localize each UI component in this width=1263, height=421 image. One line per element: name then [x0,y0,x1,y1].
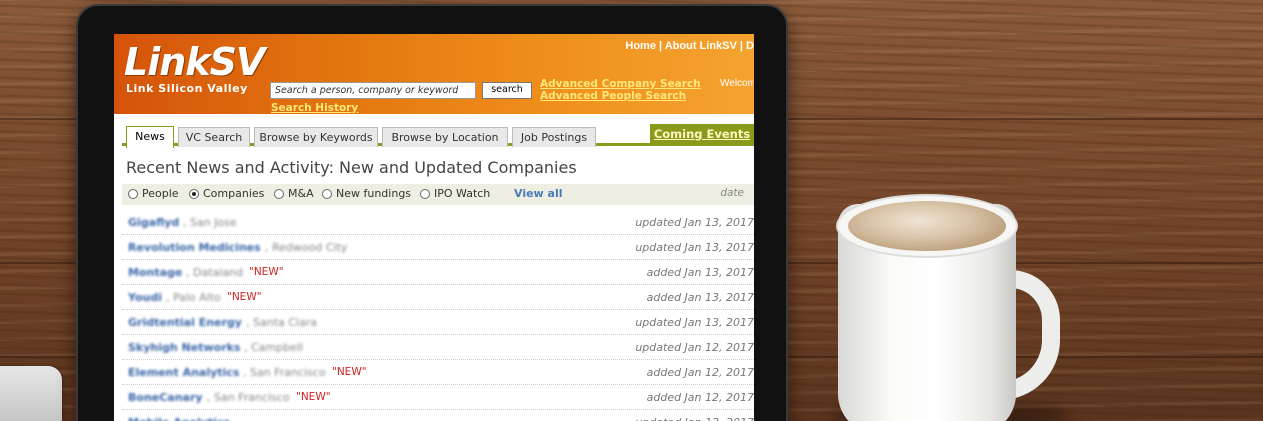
filter-label: New fundings [336,187,412,200]
list-item[interactable]: Gridtential Energy , Santa Clara updated J… [122,310,754,335]
company-link[interactable]: Gigaflyd [128,216,179,229]
site-logo[interactable]: LinkSV Link Silicon Valley [124,40,265,95]
company-city: , Palo Alto [166,291,221,304]
list-item[interactable]: BoneCanary , San Francisco "NEW" added Jan … [122,385,754,410]
tab-vc-search[interactable]: VC Search [178,127,250,147]
radio-icon [322,188,332,199]
advanced-company-search-link[interactable]: Advanced Company Search [540,78,701,90]
list-item[interactable]: Revolution Medicines , Redwood City update… [122,235,754,260]
filter-companies-radio[interactable]: Companies [189,187,264,200]
tab-news[interactable]: News [126,126,174,148]
row-status-date: updated Jan 13, 2017 [635,216,754,229]
company-link[interactable]: Youdi [128,291,162,304]
filter-ipo-watch-radio[interactable]: IPO Watch [420,187,490,200]
company-city: , Campbell [244,341,303,354]
welcome-text: Welcom [720,78,754,89]
filter-bar: People Companies M&A New fundings IPO Wa… [122,184,754,205]
company-city: , San Francisco [243,366,326,379]
activity-list: Gigaflyd, San Jose updated Jan 13, 2017 Re… [122,210,754,421]
radio-icon [128,188,138,199]
filter-label: People [142,187,179,200]
new-badge: "NEW" [296,391,331,403]
company-city: , Dataland [186,266,244,279]
advanced-people-search-link[interactable]: Advanced People Search [540,90,701,102]
list-item[interactable]: Skyhigh Networks , Campbell updated Jan 12… [122,335,754,360]
list-item[interactable]: Gigaflyd , San Jose updated Jan 13, 2017 [122,210,754,235]
company-city: , Redwood City [265,241,348,254]
company-link[interactable]: Skyhigh Networks [128,341,240,354]
list-item[interactable]: Mobile Analytics updated Jan 12, 2017 [122,410,754,421]
tablet-screen: LinkSV Link Silicon Valley Home | About … [114,34,754,421]
tab-browse-keywords[interactable]: Browse by Keywords [254,127,378,147]
company-link[interactable]: Mobile Analytics [128,416,230,421]
tab-browse-location[interactable]: Browse by Location [382,127,508,147]
tablet-device: LinkSV Link Silicon Valley Home | About … [76,4,788,421]
date-column-header[interactable]: date [720,187,744,199]
advanced-search-links: Advanced Company Search Advanced People … [540,78,701,102]
list-item[interactable]: Element Analytics , San Francisco "NEW" add… [122,360,754,385]
filter-new-fundings-radio[interactable]: New fundings [322,187,411,200]
row-status-date: updated Jan 12, 2017 [635,341,754,354]
filter-label: IPO Watch [434,187,491,200]
coming-events-link[interactable]: Coming Events [650,124,754,146]
new-badge: "NEW" [249,266,284,278]
filter-label: Companies [203,187,265,200]
row-status-date: added Jan 12, 2017 [646,366,754,379]
new-badge: "NEW" [227,291,262,303]
radio-icon [274,188,284,199]
coffee-surface [848,201,1006,251]
view-all-link[interactable]: View all [514,187,563,200]
search-history-link[interactable]: Search History [271,102,358,114]
company-link[interactable]: Montage [128,266,182,279]
radio-checked-icon [189,188,199,199]
filter-label: M&A [288,187,314,200]
row-status-date: updated Jan 13, 2017 [635,316,754,329]
top-nav: Home | About LinkSV | D [625,40,754,52]
company-link[interactable]: Gridtential Energy [128,316,242,329]
filter-people-radio[interactable]: People [128,187,179,200]
logo-wordmark: LinkSV [124,40,265,84]
site-header: LinkSV Link Silicon Valley Home | About … [114,34,754,114]
company-city: , San Jose [183,216,237,229]
search-input[interactable]: Search a person, company or keyword [270,82,476,99]
page-title: Recent News and Activity: New and Update… [126,158,577,177]
company-city: , Santa Clara [246,316,317,329]
row-status-date: added Jan 13, 2017 [646,291,754,304]
nav-home-link[interactable]: Home [625,40,656,52]
filter-ma-radio[interactable]: M&A [274,187,314,200]
row-status-date: updated Jan 12, 2017 [635,416,754,421]
tab-job-postings[interactable]: Job Postings [512,127,596,147]
row-status-date: updated Jan 13, 2017 [635,241,754,254]
new-badge: "NEW" [332,366,367,378]
laptop-corner [0,366,62,421]
radio-icon [420,188,430,199]
row-status-date: added Jan 12, 2017 [646,391,754,404]
list-item[interactable]: Youdi , Palo Alto "NEW" added Jan 13, 2017 [122,285,754,310]
row-status-date: added Jan 13, 2017 [646,266,754,279]
search-button[interactable]: search [482,82,532,99]
company-link[interactable]: Revolution Medicines [128,241,261,254]
company-city: , San Francisco [207,391,290,404]
nav-more-link[interactable]: D [746,40,754,52]
nav-about-link[interactable]: About LinkSV [665,40,737,52]
logo-tagline: Link Silicon Valley [126,82,248,95]
company-link[interactable]: Element Analytics [128,366,239,379]
company-link[interactable]: BoneCanary [128,391,203,404]
tab-bar: News VC Search Browse by Keywords Browse… [122,124,754,148]
list-item[interactable]: Montage , Dataland "NEW" added Jan 13, 2017 [122,260,754,285]
